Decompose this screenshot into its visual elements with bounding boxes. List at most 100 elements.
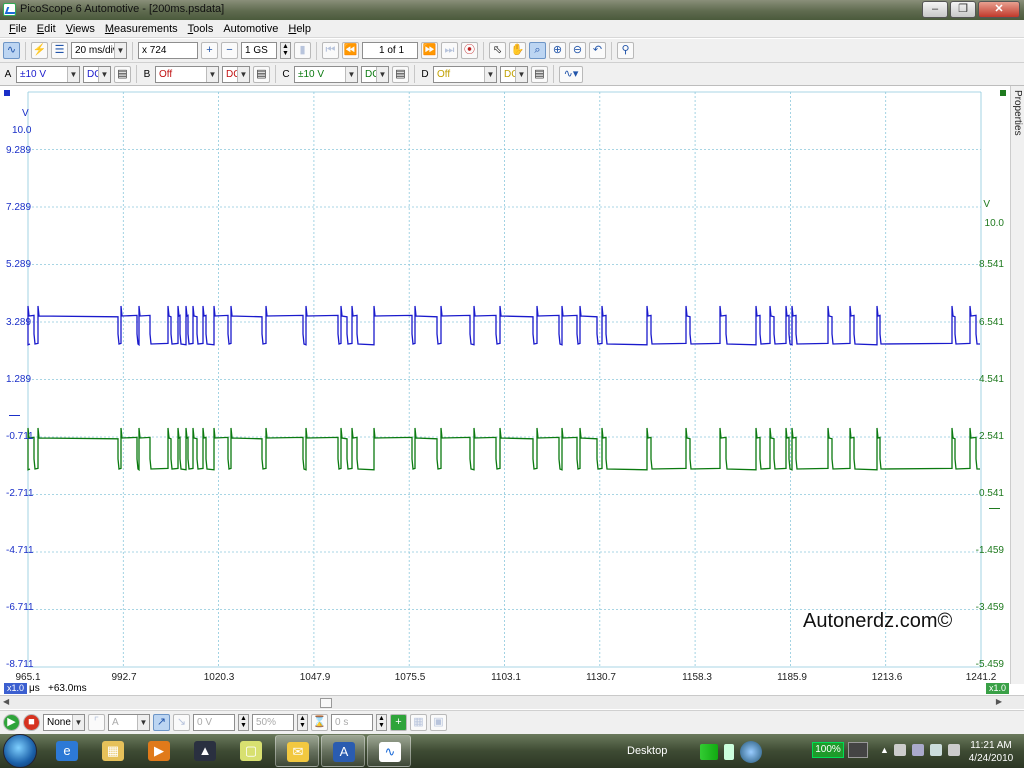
scroll-left-icon[interactable]: ◀ bbox=[3, 697, 9, 706]
menu-edit[interactable]: Edit bbox=[32, 23, 61, 35]
sample-count-field[interactable]: 1 GS bbox=[241, 42, 277, 59]
taskbar-internet-explorer[interactable]: e bbox=[45, 735, 89, 767]
menu-help[interactable]: Help bbox=[283, 23, 316, 35]
flag-icon[interactable] bbox=[894, 744, 906, 756]
zoom-out-button[interactable]: ⊖ bbox=[569, 42, 586, 59]
taskbar-word[interactable]: A bbox=[321, 735, 365, 767]
start-button[interactable]: ▶ bbox=[3, 714, 20, 731]
select-tool-button[interactable]: ⬁ bbox=[489, 42, 506, 59]
x-tick: 1130.7 bbox=[586, 672, 616, 683]
channel-b-options-button[interactable]: ▤ bbox=[253, 65, 270, 83]
left-zoom-badge[interactable]: x1.0 bbox=[4, 683, 28, 694]
falling-edge-button[interactable]: ↘ bbox=[173, 714, 190, 731]
ruler-settings-button[interactable]: ▦ bbox=[410, 714, 427, 731]
display-icon[interactable] bbox=[912, 744, 924, 756]
scrollbar-thumb[interactable] bbox=[320, 698, 332, 708]
post-trigger-button[interactable]: ⌛ bbox=[311, 714, 328, 731]
right-tick: 2.541 bbox=[978, 431, 1004, 442]
scope-view[interactable]: V 10.0 9.289 7.289 5.289 3.289 1.289 -0.… bbox=[0, 86, 1010, 684]
taskbar-mail[interactable]: ✉ bbox=[275, 735, 319, 767]
channel-a-options-button[interactable]: ▤ bbox=[114, 65, 131, 83]
taskbar-picoscope[interactable]: ∿ bbox=[367, 735, 411, 767]
channel-a-offset-marker[interactable] bbox=[9, 415, 20, 416]
signal-strength-icon[interactable] bbox=[700, 744, 718, 760]
sample-count-stepper[interactable]: ▲ ▼ bbox=[280, 42, 291, 59]
undo-zoom-button[interactable]: ↶ bbox=[589, 42, 606, 59]
channel-options-button[interactable]: ☰ bbox=[51, 42, 68, 59]
channel-a-coupling-select[interactable]: DC ▼ bbox=[83, 65, 111, 83]
trigger-channel-select[interactable]: A ▼ bbox=[108, 714, 150, 731]
speaker-icon[interactable] bbox=[930, 744, 942, 756]
network-icon[interactable] bbox=[740, 741, 762, 763]
menu-automotive[interactable]: Automotive bbox=[218, 23, 283, 35]
falling-edge-icon: ↘ bbox=[176, 716, 187, 728]
system-clock[interactable]: 11:21 AM 4/24/2010 bbox=[966, 739, 1016, 765]
first-buffer-button[interactable]: ⏮ bbox=[322, 42, 339, 59]
channel-a-range-select[interactable]: ±10 V ▼ bbox=[16, 65, 80, 83]
resolution-button[interactable]: ▮ bbox=[294, 42, 311, 59]
notes-button[interactable]: ▣ bbox=[430, 714, 447, 731]
channel-c-offset-marker[interactable] bbox=[989, 508, 1000, 509]
trigger-threshold-field[interactable]: 0 V bbox=[193, 714, 235, 731]
channel-d-options-button[interactable]: ▤ bbox=[531, 65, 548, 83]
next-buffer-button[interactable]: ⏩ bbox=[421, 42, 438, 59]
pretrigger-field[interactable]: 50% bbox=[252, 714, 294, 731]
title-bar: PicoScope 6 Automotive - [200ms.psdata] … bbox=[0, 0, 1024, 20]
auto-setup-button[interactable]: ⚡ bbox=[31, 42, 48, 59]
picoscope-app-icon[interactable] bbox=[3, 3, 16, 16]
last-buffer-button[interactable]: ⏭ bbox=[441, 42, 458, 59]
trigger-type-button[interactable]: ⌜ bbox=[88, 714, 105, 731]
menu-file[interactable]: File bbox=[4, 23, 32, 35]
taskbar-app-dark[interactable]: ▲ bbox=[183, 735, 227, 767]
timebase-select[interactable]: 20 ms/div ▼ bbox=[71, 42, 127, 59]
trigger-mode-select[interactable]: None ▼ bbox=[43, 714, 85, 731]
previous-buffer-button[interactable]: ⏪ bbox=[342, 42, 359, 59]
menu-measurements[interactable]: Measurements bbox=[100, 23, 183, 35]
right-zoom-badge[interactable]: x1.0 bbox=[986, 683, 1010, 694]
zoom-out-step-button[interactable]: − bbox=[221, 42, 238, 59]
channel-b-range-select[interactable]: Off ▼ bbox=[155, 65, 219, 83]
wireless-icon[interactable] bbox=[724, 744, 734, 760]
taskbar-media-player[interactable]: ▶ bbox=[137, 735, 181, 767]
pretrigger-stepper[interactable]: ▲ ▼ bbox=[297, 714, 308, 731]
scope-mode-button[interactable]: ∿ bbox=[3, 42, 20, 59]
stop-button[interactable]: ■ bbox=[23, 714, 40, 731]
start-button-orb[interactable] bbox=[3, 734, 37, 768]
math-channels-button[interactable]: ∿▾ bbox=[559, 65, 583, 83]
channel-d-range-select[interactable]: Off ▼ bbox=[433, 65, 497, 83]
zoom-area-button[interactable]: ⌕ bbox=[529, 42, 546, 59]
minimize-button[interactable]: – bbox=[922, 1, 948, 18]
buffer-navigator-button[interactable]: ⦿ bbox=[461, 42, 478, 59]
menu-tools[interactable]: Tools bbox=[183, 23, 219, 35]
power-plug-icon[interactable] bbox=[848, 742, 868, 758]
channel-b-coupling-select[interactable]: DC ▼ bbox=[222, 65, 250, 83]
trigger-delay-field[interactable]: 0 s bbox=[331, 714, 373, 731]
channel-d-coupling-select[interactable]: DC ▼ bbox=[500, 65, 528, 83]
show-hidden-icons[interactable]: ▲ bbox=[880, 745, 889, 755]
add-ruler-button[interactable]: + bbox=[390, 714, 407, 731]
horizontal-scrollbar[interactable]: ◀ ▶ bbox=[0, 695, 1024, 709]
scroll-right-icon[interactable]: ▶ bbox=[996, 697, 1002, 706]
zoom-in-step-button[interactable]: + bbox=[201, 42, 218, 59]
close-button[interactable]: ✕ bbox=[978, 1, 1020, 18]
taskbar-sticky-notes[interactable]: ▢ bbox=[229, 735, 273, 767]
zoom-factor-field[interactable]: x 724 bbox=[138, 42, 198, 59]
desktop-toolbar-label[interactable]: Desktop bbox=[627, 745, 667, 757]
zoom-overview-button[interactable]: ⚲ bbox=[617, 42, 634, 59]
action-center-icon[interactable] bbox=[948, 744, 960, 756]
channel-c-coupling-select[interactable]: DC ▼ bbox=[361, 65, 389, 83]
buffer-page-field[interactable]: 1 of 1 bbox=[362, 42, 418, 59]
rising-edge-button[interactable]: ↗ bbox=[153, 714, 170, 731]
zoom-in-button[interactable]: ⊕ bbox=[549, 42, 566, 59]
hand-tool-button[interactable]: ✋ bbox=[509, 42, 526, 59]
restore-button[interactable]: ❐ bbox=[950, 1, 976, 18]
trigger-delay-stepper[interactable]: ▲ ▼ bbox=[376, 714, 387, 731]
trigger-threshold-stepper[interactable]: ▲ ▼ bbox=[238, 714, 249, 731]
properties-tab[interactable]: Properties bbox=[1010, 86, 1024, 684]
menu-views[interactable]: Views bbox=[61, 23, 100, 35]
taskbar-file-explorer[interactable]: ▦ bbox=[91, 735, 135, 767]
channel-c-range-select[interactable]: ±10 V ▼ bbox=[294, 65, 358, 83]
channel-c-options-button[interactable]: ▤ bbox=[392, 65, 409, 83]
chevron-down-icon: ▼ bbox=[206, 66, 218, 82]
battery-indicator[interactable]: 100% bbox=[812, 742, 844, 758]
